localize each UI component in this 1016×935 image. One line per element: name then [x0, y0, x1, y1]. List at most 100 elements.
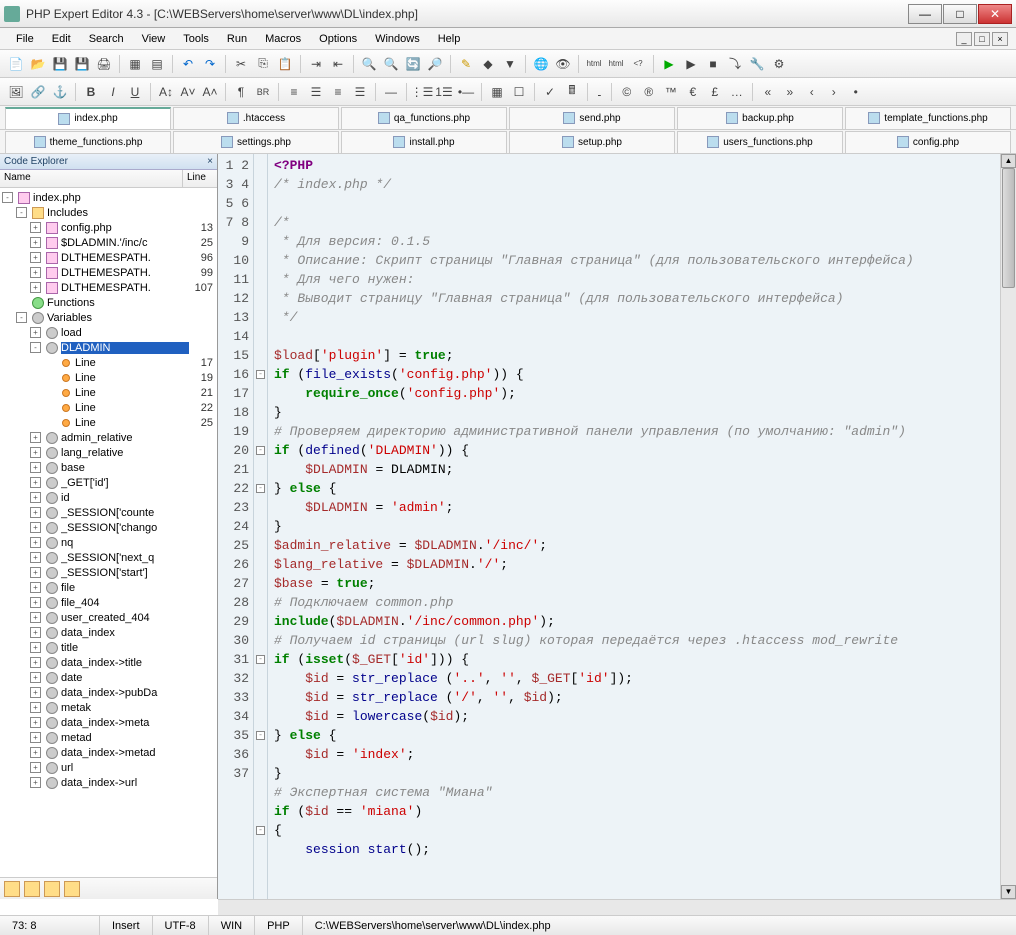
font-inc-icon[interactable]: A˄: [200, 82, 220, 102]
tree-toggle-icon[interactable]: +: [30, 522, 41, 533]
tree-node[interactable]: Line21: [0, 385, 217, 400]
hr-icon[interactable]: —: [381, 82, 401, 102]
menu-file[interactable]: File: [8, 31, 42, 47]
tree-toggle-icon[interactable]: +: [30, 552, 41, 563]
tree-node[interactable]: Line19: [0, 370, 217, 385]
tab-setup-php[interactable]: setup.php: [509, 131, 675, 153]
tree-node[interactable]: +$DLADMIN.'/inc/c25: [0, 235, 217, 250]
tree-node[interactable]: -DLADMIN: [0, 340, 217, 355]
font-icon[interactable]: A↕: [156, 82, 176, 102]
menu-tools[interactable]: Tools: [175, 31, 217, 47]
menu-search[interactable]: Search: [81, 31, 132, 47]
tree-toggle-icon[interactable]: +: [30, 717, 41, 728]
code-content[interactable]: <?PHP /* index.php */ /* * Для версия: 0…: [268, 154, 1000, 899]
tree-toggle-icon[interactable]: +: [30, 687, 41, 698]
menu-windows[interactable]: Windows: [367, 31, 428, 47]
menu-run[interactable]: Run: [219, 31, 255, 47]
scroll-thumb[interactable]: [1002, 168, 1015, 288]
tab-index-php[interactable]: index.php: [5, 107, 171, 129]
menu-view[interactable]: View: [134, 31, 174, 47]
mdi-max-icon[interactable]: □: [974, 32, 990, 46]
tree-node[interactable]: +_SESSION['start']: [0, 565, 217, 580]
footer-btn-1[interactable]: [4, 881, 20, 897]
tree-node[interactable]: +DLTHEMESPATH.96: [0, 250, 217, 265]
tree-node[interactable]: +admin_relative: [0, 430, 217, 445]
table-icon[interactable]: ▦: [487, 82, 507, 102]
explorer-tree[interactable]: -index.php-Includes+config.php13+$DLADMI…: [0, 188, 217, 877]
tab-backup-php[interactable]: backup.php: [677, 107, 843, 129]
tree-toggle-icon[interactable]: +: [30, 327, 41, 338]
tree-node[interactable]: +date: [0, 670, 217, 685]
save-all-icon[interactable]: 💾: [72, 54, 92, 74]
underline-icon[interactable]: U: [125, 82, 145, 102]
tree-node[interactable]: -index.php: [0, 190, 217, 205]
angle-close-icon[interactable]: ›: [824, 82, 844, 102]
debug-icon[interactable]: ▶: [681, 54, 701, 74]
tree-toggle-icon[interactable]: +: [30, 282, 41, 293]
tree-toggle-icon[interactable]: +: [30, 747, 41, 758]
tree-node[interactable]: +data_index: [0, 625, 217, 640]
tab-config-php[interactable]: config.php: [845, 131, 1011, 153]
tree-node[interactable]: Line22: [0, 400, 217, 415]
bold-icon[interactable]: B: [81, 82, 101, 102]
tree-toggle-icon[interactable]: -: [30, 342, 41, 353]
list-item-icon[interactable]: •—: [456, 82, 476, 102]
para-icon[interactable]: ¶: [231, 82, 251, 102]
tree-node[interactable]: +load: [0, 325, 217, 340]
col-line[interactable]: Line: [183, 170, 217, 187]
tab-theme-functions-php[interactable]: theme_functions.php: [5, 131, 171, 153]
cut-icon[interactable]: ✂: [231, 54, 251, 74]
nbsp-button[interactable]: [593, 82, 606, 102]
tree-toggle-icon[interactable]: +: [30, 237, 41, 248]
paste-icon[interactable]: 📋: [275, 54, 295, 74]
preview-icon[interactable]: 👁: [553, 54, 573, 74]
copy-icon[interactable]: ⎘: [253, 54, 273, 74]
print-icon[interactable]: 🖨: [94, 54, 114, 74]
menu-macros[interactable]: Macros: [257, 31, 309, 47]
tree-toggle-icon[interactable]: +: [30, 582, 41, 593]
entity-pound-icon[interactable]: £: [705, 82, 725, 102]
tree-node[interactable]: +file_404: [0, 595, 217, 610]
check-icon[interactable]: ✓: [540, 82, 560, 102]
tree-node[interactable]: +lang_relative: [0, 445, 217, 460]
toggle-explorer-icon[interactable]: ▦: [125, 54, 145, 74]
link-icon[interactable]: 🔗: [28, 82, 48, 102]
tree-node[interactable]: +data_index->title: [0, 655, 217, 670]
find-icon[interactable]: 🔍: [359, 54, 379, 74]
quote-close-icon[interactable]: »: [780, 82, 800, 102]
run-icon[interactable]: ▶: [659, 54, 679, 74]
tree-toggle-icon[interactable]: +: [30, 732, 41, 743]
tab-template-functions-php[interactable]: template_functions.php: [845, 107, 1011, 129]
anchor-icon[interactable]: ⚓: [50, 82, 70, 102]
italic-icon[interactable]: I: [103, 82, 123, 102]
tree-toggle-icon[interactable]: +: [30, 432, 41, 443]
bullet-icon[interactable]: •: [846, 82, 866, 102]
tree-node[interactable]: -Variables: [0, 310, 217, 325]
tree-node[interactable]: +_SESSION['chango: [0, 520, 217, 535]
quote-open-icon[interactable]: «: [758, 82, 778, 102]
tree-node[interactable]: +data_index->meta: [0, 715, 217, 730]
redo-icon[interactable]: ↷: [200, 54, 220, 74]
toggle-panel-icon[interactable]: ▤: [147, 54, 167, 74]
tree-toggle-icon[interactable]: +: [30, 597, 41, 608]
tree-toggle-icon[interactable]: +: [30, 447, 41, 458]
html-tag-icon[interactable]: html: [584, 54, 604, 74]
fold-toggle-icon[interactable]: -: [256, 484, 265, 493]
entity-copy-icon[interactable]: ©: [617, 82, 637, 102]
bookmark-icon[interactable]: ◆: [478, 54, 498, 74]
tree-node[interactable]: +_SESSION['next_q: [0, 550, 217, 565]
tree-node[interactable]: Line25: [0, 415, 217, 430]
align-justify-icon[interactable]: ☰: [350, 82, 370, 102]
find-files-icon[interactable]: 🔎: [425, 54, 445, 74]
br-icon[interactable]: BR: [253, 82, 273, 102]
tree-node[interactable]: +DLTHEMESPATH.107: [0, 280, 217, 295]
tree-toggle-icon[interactable]: +: [30, 657, 41, 668]
tree-node[interactable]: +url: [0, 760, 217, 775]
find-next-icon[interactable]: 🔍: [381, 54, 401, 74]
open-file-icon[interactable]: 📂: [28, 54, 48, 74]
entity-reg-icon[interactable]: ®: [639, 82, 659, 102]
vertical-scrollbar[interactable]: ▲ ▼: [1000, 154, 1016, 899]
tab--htaccess[interactable]: .htaccess: [173, 107, 339, 129]
fold-toggle-icon[interactable]: -: [256, 446, 265, 455]
highlight-icon[interactable]: ✎: [456, 54, 476, 74]
